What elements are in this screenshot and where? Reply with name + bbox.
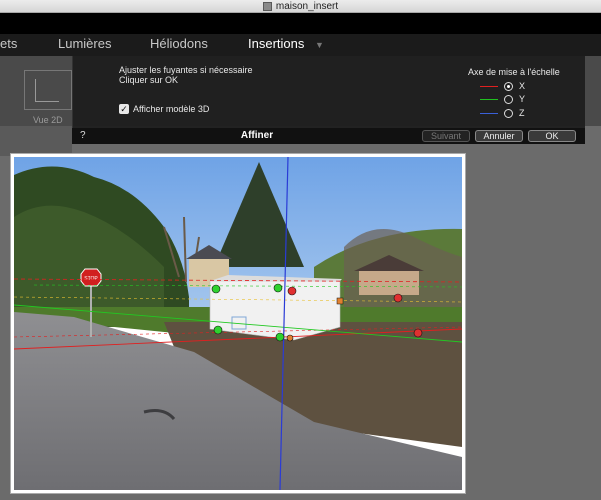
handle-green[interactable] <box>273 283 283 293</box>
document-icon <box>262 1 272 11</box>
axis-y-swatch <box>480 98 498 100</box>
ok-button[interactable]: OK <box>528 130 576 142</box>
axis-x-label: X <box>519 81 526 91</box>
instruction-line-2: Cliquer sur OK <box>119 75 179 85</box>
show-3d-model-label: Afficher modèle 3D <box>133 104 210 114</box>
instruction-line-1: Ajuster les fuyantes si nécessaire <box>119 65 253 75</box>
left-strip <box>0 126 72 156</box>
photo-scene: STOP <box>14 157 462 490</box>
axis-z-option[interactable]: Z <box>480 108 525 118</box>
handle-green[interactable] <box>213 325 223 335</box>
vue2d-label: Vue 2D <box>33 115 63 125</box>
insertion-panel: Ajuster les fuyantes si nécessaire Cliqu… <box>72 56 585 128</box>
radio-selected-icon[interactable] <box>504 81 513 91</box>
axis-icon-h <box>35 101 59 102</box>
handle-red[interactable] <box>287 286 297 296</box>
checkbox-checked-icon[interactable]: ✓ <box>119 104 129 114</box>
tab-heliodons[interactable]: Héliodons <box>150 36 208 51</box>
top-band <box>0 13 601 34</box>
cancel-button[interactable]: Annuler <box>475 130 523 142</box>
radio-unselected-icon[interactable] <box>504 94 513 104</box>
handle-orange[interactable] <box>286 334 294 342</box>
axis-icon <box>35 79 36 101</box>
next-button[interactable]: Suivant <box>422 130 470 142</box>
handle-green[interactable] <box>275 332 285 342</box>
show-3d-model-toggle[interactable]: ✓ Afficher modèle 3D <box>119 104 209 114</box>
axis-y-label: Y <box>519 94 526 104</box>
handle-red[interactable] <box>393 293 403 303</box>
tab-lumieres[interactable]: Lumières <box>58 36 111 51</box>
axis-y-option[interactable]: Y <box>480 94 525 104</box>
window-titlebar: maison_insert <box>0 0 601 13</box>
axis-x-swatch <box>480 85 498 87</box>
photo-viewport[interactable]: STOP <box>14 157 462 490</box>
vue2d-button[interactable] <box>24 70 72 110</box>
panel-footer: ? Affiner Suivant Annuler OK <box>72 128 585 144</box>
panel-title: Affiner <box>240 130 274 141</box>
house-right <box>359 269 419 295</box>
axis-z-swatch <box>480 112 498 114</box>
tab-bar: ets Lumières Héliodons Insertions ▼ <box>0 34 601 56</box>
axis-z-label: Z <box>519 108 525 118</box>
axis-x-option[interactable]: X <box>480 81 525 91</box>
handle-green[interactable] <box>211 284 221 294</box>
handle-red[interactable] <box>413 328 423 338</box>
tab-insertions[interactable]: Insertions <box>248 36 304 51</box>
scale-axis-title: Axe de mise à l'échelle <box>468 67 560 77</box>
handle-square[interactable] <box>336 297 344 305</box>
tab-objets[interactable]: ets <box>0 36 17 51</box>
chevron-down-icon[interactable]: ▼ <box>315 40 324 50</box>
stop-sign-text: STOP <box>84 276 98 282</box>
radio-unselected-icon[interactable] <box>504 108 513 118</box>
window-title: maison_insert <box>275 0 339 12</box>
